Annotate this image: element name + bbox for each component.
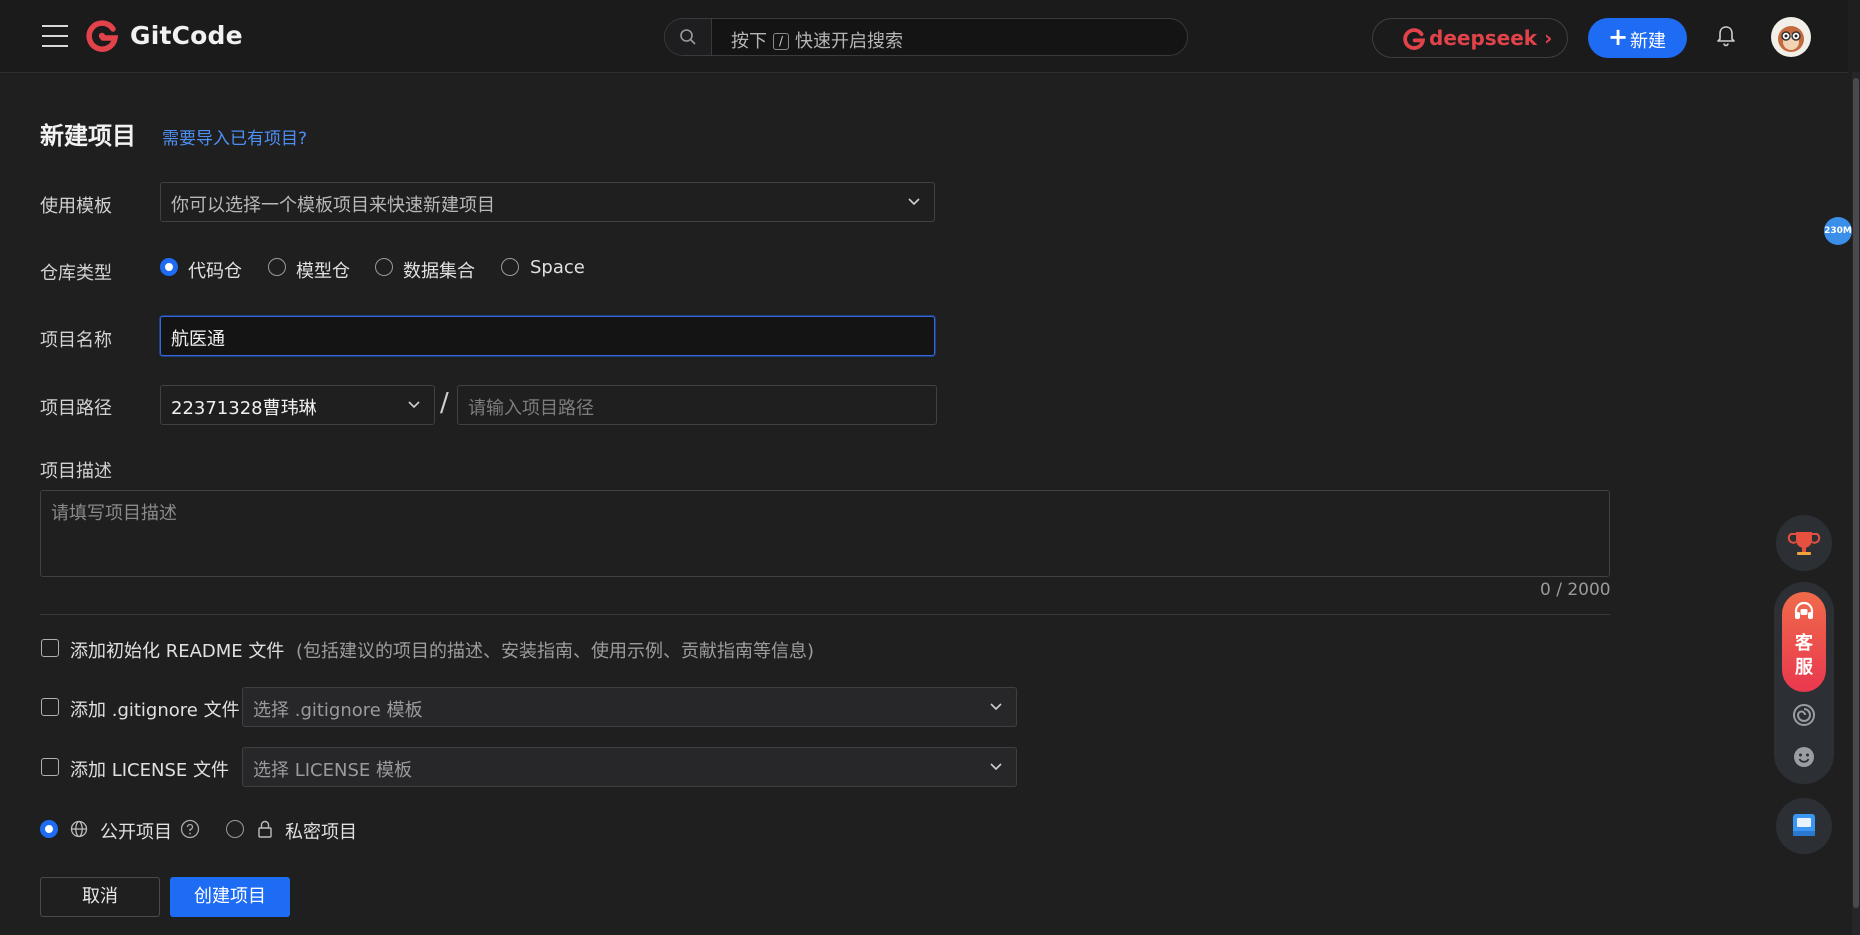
visibility-private-label[interactable]: 私密项目 bbox=[285, 818, 357, 844]
cancel-button[interactable]: 取消 bbox=[40, 877, 160, 917]
gitignore-template-placeholder: 选择 .gitignore 模板 bbox=[253, 700, 423, 721]
search-shortcut-key: / bbox=[773, 33, 790, 50]
readme-checkbox[interactable] bbox=[41, 639, 59, 657]
lock-icon bbox=[258, 820, 272, 838]
chevron-right-icon: › bbox=[1544, 26, 1553, 50]
create-project-button[interactable]: 创建项目 bbox=[170, 877, 290, 917]
deepseek-label: deepseek › bbox=[1429, 26, 1553, 50]
repo-type-space-label[interactable]: Space bbox=[530, 257, 585, 278]
smiley-icon[interactable] bbox=[1791, 744, 1817, 770]
spiral-icon[interactable] bbox=[1791, 702, 1817, 728]
top-header: GitCode 按下 / 快速开启搜索 deepseek › + 新建 bbox=[0, 0, 1848, 73]
visibility-public-label[interactable]: 公开项目 bbox=[100, 818, 172, 844]
page-scrollbar-thumb[interactable] bbox=[1853, 78, 1859, 908]
trophy-button[interactable] bbox=[1776, 515, 1832, 571]
project-path-label: 项目路径 bbox=[40, 398, 112, 419]
plus-icon: + bbox=[1608, 23, 1629, 51]
description-label: 项目描述 bbox=[40, 461, 112, 482]
project-name-input[interactable]: 航医通 bbox=[160, 316, 935, 356]
gitignore-checkbox[interactable] bbox=[41, 698, 59, 716]
project-path-input[interactable]: 请输入项目路径 bbox=[457, 385, 937, 425]
memory-badge[interactable]: 230M bbox=[1824, 217, 1852, 245]
globe-icon bbox=[70, 820, 88, 838]
customer-service-label: 客服 bbox=[1795, 633, 1813, 678]
deepseek-button[interactable]: deepseek › bbox=[1372, 18, 1568, 58]
hamburger-menu-icon[interactable] bbox=[42, 25, 68, 47]
path-separator: / bbox=[440, 388, 449, 418]
page-title: 新建项目 bbox=[40, 122, 136, 150]
repo-type-model-label[interactable]: 模型仓 bbox=[296, 257, 350, 283]
project-name-value: 航医通 bbox=[171, 329, 225, 350]
repo-type-space-radio[interactable] bbox=[501, 258, 519, 276]
repo-type-label: 仓库类型 bbox=[40, 263, 112, 284]
chevron-down-icon bbox=[408, 401, 420, 409]
project-path-placeholder: 请输入项目路径 bbox=[468, 398, 594, 419]
repo-type-dataset-radio[interactable] bbox=[375, 258, 393, 276]
gitignore-label[interactable]: 添加 .gitignore 文件 bbox=[70, 696, 240, 722]
help-icon[interactable] bbox=[180, 819, 200, 839]
template-label: 使用模板 bbox=[40, 196, 112, 217]
description-placeholder: 请填写项目描述 bbox=[51, 503, 177, 524]
license-template-placeholder: 选择 LICENSE 模板 bbox=[253, 760, 412, 781]
bell-icon[interactable] bbox=[1716, 25, 1736, 47]
template-select[interactable]: 你可以选择一个模板项目来快速新建项目 bbox=[160, 182, 935, 222]
section-divider bbox=[40, 614, 1610, 615]
gitcode-mini-logo-icon bbox=[1403, 28, 1425, 50]
notebook-icon bbox=[1793, 814, 1815, 836]
customer-service-button[interactable]: 客服 bbox=[1782, 592, 1826, 692]
notebook-button[interactable] bbox=[1776, 798, 1832, 854]
search-icon[interactable] bbox=[665, 19, 712, 55]
license-label[interactable]: 添加 LICENSE 文件 bbox=[70, 756, 229, 782]
user-avatar[interactable] bbox=[1771, 17, 1811, 57]
chevron-down-icon bbox=[990, 763, 1002, 771]
repo-type-dataset-label[interactable]: 数据集合 bbox=[403, 257, 475, 283]
chevron-down-icon bbox=[990, 703, 1002, 711]
headset-icon bbox=[1794, 601, 1814, 619]
search-hint: 按下 / 快速开启搜索 bbox=[731, 31, 904, 52]
import-project-link[interactable]: 需要导入已有项目? bbox=[162, 124, 307, 149]
project-name-label: 项目名称 bbox=[40, 330, 112, 351]
visibility-public-radio[interactable] bbox=[40, 820, 58, 838]
gitignore-template-select[interactable]: 选择 .gitignore 模板 bbox=[242, 687, 1017, 727]
gitcode-logo-icon[interactable] bbox=[86, 20, 118, 52]
new-button[interactable]: + 新建 bbox=[1588, 18, 1687, 58]
description-counter: 0 / 2000 bbox=[1540, 580, 1611, 600]
visibility-private-radio[interactable] bbox=[226, 820, 244, 838]
namespace-select-value: 22371328曹玮琳 bbox=[171, 398, 317, 419]
readme-hint: (包括建议的项目的描述、安装指南、使用示例、贡献指南等信息) bbox=[296, 641, 815, 662]
namespace-select[interactable]: 22371328曹玮琳 bbox=[160, 385, 435, 425]
repo-type-model-radio[interactable] bbox=[268, 258, 286, 276]
repo-type-code-label[interactable]: 代码仓 bbox=[188, 257, 242, 283]
description-textarea[interactable]: 请填写项目描述 bbox=[40, 490, 1610, 577]
readme-label[interactable]: 添加初始化 README 文件 bbox=[70, 637, 284, 663]
trophy-icon bbox=[1787, 532, 1821, 555]
license-template-select[interactable]: 选择 LICENSE 模板 bbox=[242, 747, 1017, 787]
repo-type-code-radio[interactable] bbox=[160, 258, 178, 276]
chevron-down-icon bbox=[908, 198, 920, 206]
license-checkbox[interactable] bbox=[41, 758, 59, 776]
global-search[interactable]: 按下 / 快速开启搜索 bbox=[664, 18, 1188, 56]
template-select-value: 你可以选择一个模板项目来快速新建项目 bbox=[171, 195, 495, 216]
new-button-label: 新建 bbox=[1630, 31, 1666, 52]
logo-text[interactable]: GitCode bbox=[130, 21, 243, 50]
